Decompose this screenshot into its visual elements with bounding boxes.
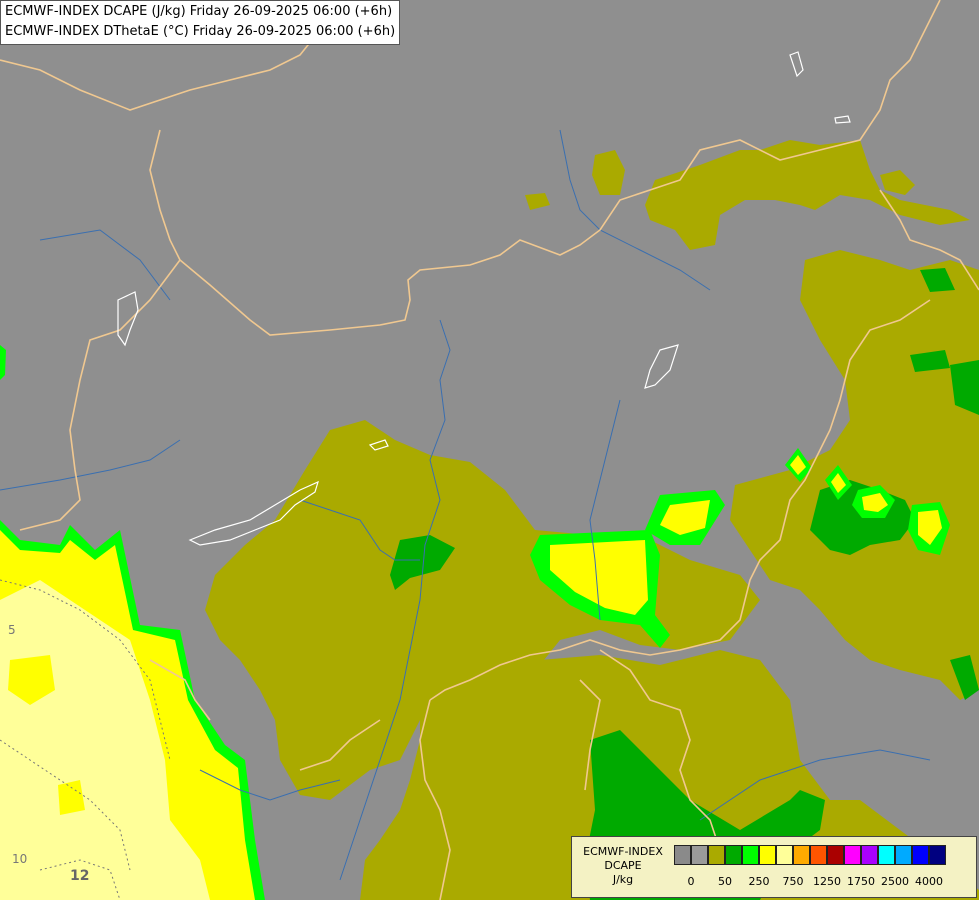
title-line-dthetae: ECMWF-INDEX DThetaE (°C) Friday 26-09-20… xyxy=(5,24,396,39)
title-line-dcape: ECMWF-INDEX DCAPE (J/kg) Friday 26-09-20… xyxy=(5,4,393,19)
legend-tick-label: 250 xyxy=(748,875,770,888)
color-legend: ECMWF-INDEX DCAPE J/kg 0 50 250 750 1250 1750… xyxy=(571,836,977,898)
contour-label-a: 5 xyxy=(8,623,16,637)
legend-swatch xyxy=(878,845,895,865)
legend-tick-label: 750 xyxy=(782,875,804,888)
legend-unit: J/kg xyxy=(612,873,634,886)
legend-tick-label: 1250 xyxy=(813,875,841,888)
contour-label-c: 12 xyxy=(70,868,89,884)
legend-ticks: 0 50 250 750 1250 1750 2500 4000 xyxy=(674,875,974,891)
weather-map: 5 10 12 xyxy=(0,0,979,900)
legend-swatch xyxy=(827,845,844,865)
legend-tick-label: 2500 xyxy=(881,875,909,888)
legend-tick-label: 50 xyxy=(718,875,732,888)
contour-label-b: 10 xyxy=(12,852,27,866)
legend-swatches xyxy=(674,845,946,865)
map-title: ECMWF-INDEX DCAPE (J/kg) Friday 26-09-20… xyxy=(0,0,401,45)
legend-swatch xyxy=(674,845,691,865)
legend-swatch xyxy=(691,845,708,865)
legend-swatch xyxy=(929,845,946,865)
legend-swatch xyxy=(861,845,878,865)
legend-swatch xyxy=(742,845,759,865)
legend-swatch xyxy=(793,845,810,865)
legend-tick-label: 0 xyxy=(687,875,695,888)
legend-swatch xyxy=(725,845,742,865)
legend-swatch xyxy=(810,845,827,865)
legend-tick-label: 4000 xyxy=(915,875,943,888)
legend-title-line2: DCAPE xyxy=(604,859,642,872)
legend-title: ECMWF-INDEX DCAPE J/kg xyxy=(576,845,670,887)
legend-tick-label: 1750 xyxy=(847,875,875,888)
legend-title-line1: ECMWF-INDEX xyxy=(583,845,663,858)
legend-swatch xyxy=(776,845,793,865)
legend-swatch xyxy=(708,845,725,865)
legend-swatch xyxy=(844,845,861,865)
legend-swatch xyxy=(895,845,912,865)
legend-swatch xyxy=(912,845,929,865)
legend-swatch xyxy=(759,845,776,865)
